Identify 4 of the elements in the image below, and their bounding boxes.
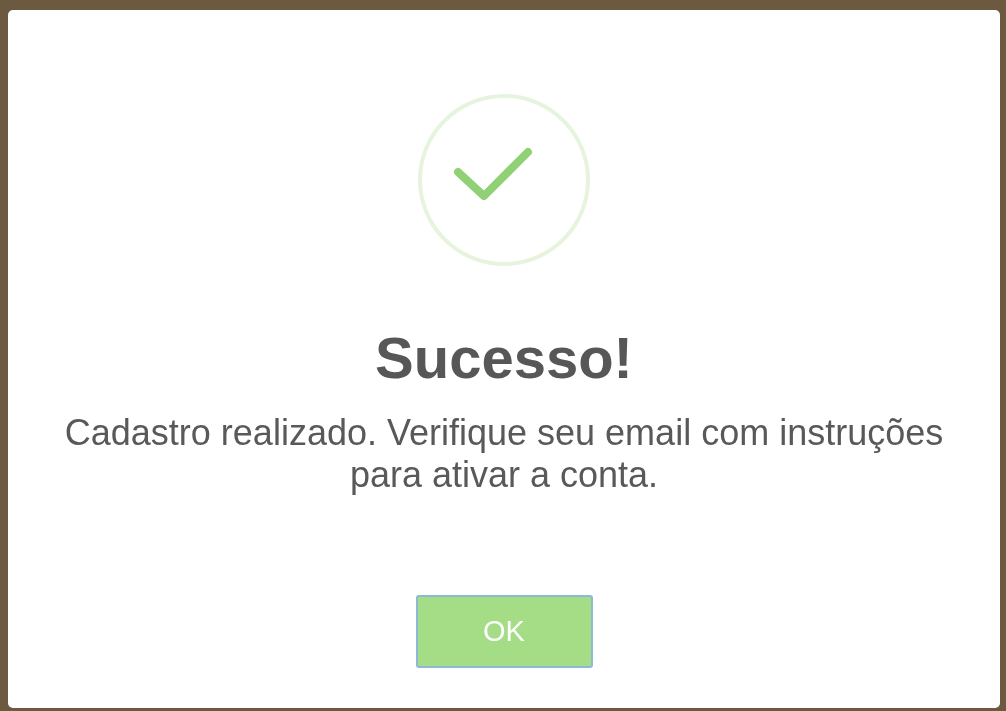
ok-button[interactable]: OK xyxy=(415,595,593,668)
dialog-title: Sucesso! xyxy=(375,325,633,391)
checkmark-icon xyxy=(416,92,592,268)
dialog-message: Cadastro realizado. Verifique seu email com instruções para ativar a conta. xyxy=(63,412,945,496)
